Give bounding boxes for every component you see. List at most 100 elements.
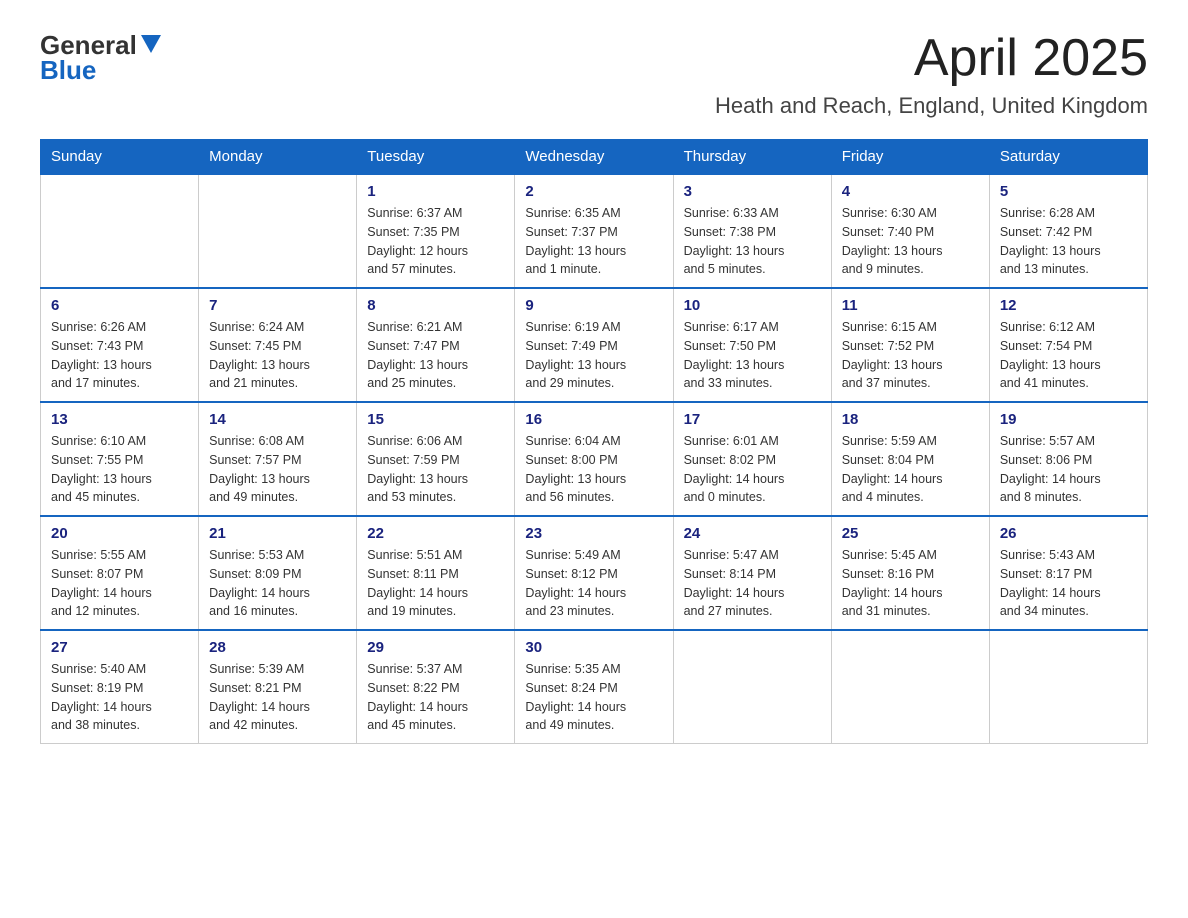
- day-number: 7: [209, 297, 346, 314]
- title-section: April 2025 Heath and Reach, England, Uni…: [715, 30, 1148, 119]
- day-info: Sunrise: 6:24 AMSunset: 7:45 PMDaylight:…: [209, 318, 346, 393]
- weekday-header-friday: Friday: [831, 140, 989, 175]
- calendar-cell: [831, 630, 989, 744]
- calendar-cell: 30 Sunrise: 5:35 AMSunset: 8:24 PMDayligh…: [515, 630, 673, 744]
- day-info: Sunrise: 6:08 AMSunset: 7:57 PMDaylight:…: [209, 432, 346, 507]
- day-number: 23: [525, 525, 662, 542]
- day-number: 15: [367, 411, 504, 428]
- calendar-cell: 4 Sunrise: 6:30 AMSunset: 7:40 PMDaylight…: [831, 174, 989, 288]
- calendar-cell: 26 Sunrise: 5:43 AMSunset: 8:17 PMDayligh…: [989, 516, 1147, 630]
- day-info: Sunrise: 6:28 AMSunset: 7:42 PMDaylight:…: [1000, 204, 1137, 279]
- calendar-cell: 1Sunrise: 6:37 AMSunset: 7:35 PMDaylight…: [357, 174, 515, 288]
- day-info: Sunrise: 5:59 AMSunset: 8:04 PMDaylight:…: [842, 432, 979, 507]
- calendar-cell: 9 Sunrise: 6:19 AMSunset: 7:49 PMDaylight…: [515, 288, 673, 402]
- day-number: 24: [684, 525, 821, 542]
- logo: General Blue: [40, 30, 161, 86]
- calendar-week-row-1: 1Sunrise: 6:37 AMSunset: 7:35 PMDaylight…: [41, 174, 1148, 288]
- day-info: Sunrise: 6:06 AMSunset: 7:59 PMDaylight:…: [367, 432, 504, 507]
- weekday-header-thursday: Thursday: [673, 140, 831, 175]
- day-info: Sunrise: 6:17 AMSunset: 7:50 PMDaylight:…: [684, 318, 821, 393]
- day-number: 21: [209, 525, 346, 542]
- day-number: 16: [525, 411, 662, 428]
- day-info: Sunrise: 5:43 AMSunset: 8:17 PMDaylight:…: [1000, 546, 1137, 621]
- day-number: 1: [367, 183, 504, 200]
- day-number: 30: [525, 639, 662, 656]
- day-number: 10: [684, 297, 821, 314]
- calendar-cell: 19 Sunrise: 5:57 AMSunset: 8:06 PMDayligh…: [989, 402, 1147, 516]
- day-number: 3: [684, 183, 821, 200]
- day-number: 29: [367, 639, 504, 656]
- calendar-cell: 2Sunrise: 6:35 AMSunset: 7:37 PMDaylight…: [515, 174, 673, 288]
- day-number: 22: [367, 525, 504, 542]
- calendar-cell: 12 Sunrise: 6:12 AMSunset: 7:54 PMDayligh…: [989, 288, 1147, 402]
- calendar-cell: 10 Sunrise: 6:17 AMSunset: 7:50 PMDayligh…: [673, 288, 831, 402]
- calendar-cell: [199, 174, 357, 288]
- page-title: April 2025: [715, 30, 1148, 87]
- day-info: Sunrise: 5:57 AMSunset: 8:06 PMDaylight:…: [1000, 432, 1137, 507]
- day-number: 13: [51, 411, 188, 428]
- calendar-cell: [41, 174, 199, 288]
- page-header: General Blue April 2025 Heath and Reach,…: [40, 30, 1148, 119]
- day-info: Sunrise: 6:01 AMSunset: 8:02 PMDaylight:…: [684, 432, 821, 507]
- day-info: Sunrise: 5:39 AMSunset: 8:21 PMDaylight:…: [209, 660, 346, 735]
- day-number: 9: [525, 297, 662, 314]
- weekday-header-tuesday: Tuesday: [357, 140, 515, 175]
- calendar-cell: 14 Sunrise: 6:08 AMSunset: 7:57 PMDayligh…: [199, 402, 357, 516]
- day-number: 4: [842, 183, 979, 200]
- logo-blue: Blue: [40, 55, 96, 86]
- day-info: Sunrise: 5:40 AMSunset: 8:19 PMDaylight:…: [51, 660, 188, 735]
- day-number: 17: [684, 411, 821, 428]
- calendar-cell: 24Sunrise: 5:47 AMSunset: 8:14 PMDayligh…: [673, 516, 831, 630]
- calendar-week-row-3: 13 Sunrise: 6:10 AMSunset: 7:55 PMDayligh…: [41, 402, 1148, 516]
- day-info: Sunrise: 6:10 AMSunset: 7:55 PMDaylight:…: [51, 432, 188, 507]
- calendar-cell: 8 Sunrise: 6:21 AMSunset: 7:47 PMDaylight…: [357, 288, 515, 402]
- day-info: Sunrise: 6:21 AMSunset: 7:47 PMDaylight:…: [367, 318, 504, 393]
- day-number: 11: [842, 297, 979, 314]
- day-info: Sunrise: 5:51 AMSunset: 8:11 PMDaylight:…: [367, 546, 504, 621]
- calendar-cell: 13 Sunrise: 6:10 AMSunset: 7:55 PMDayligh…: [41, 402, 199, 516]
- day-info: Sunrise: 5:37 AMSunset: 8:22 PMDaylight:…: [367, 660, 504, 735]
- day-info: Sunrise: 5:45 AMSunset: 8:16 PMDaylight:…: [842, 546, 979, 621]
- day-info: Sunrise: 6:33 AMSunset: 7:38 PMDaylight:…: [684, 204, 821, 279]
- day-info: Sunrise: 5:53 AMSunset: 8:09 PMDaylight:…: [209, 546, 346, 621]
- day-info: Sunrise: 6:19 AMSunset: 7:49 PMDaylight:…: [525, 318, 662, 393]
- day-number: 27: [51, 639, 188, 656]
- day-info: Sunrise: 6:12 AMSunset: 7:54 PMDaylight:…: [1000, 318, 1137, 393]
- weekday-header-wednesday: Wednesday: [515, 140, 673, 175]
- calendar-week-row-5: 27 Sunrise: 5:40 AMSunset: 8:19 PMDayligh…: [41, 630, 1148, 744]
- calendar-cell: 29 Sunrise: 5:37 AMSunset: 8:22 PMDayligh…: [357, 630, 515, 744]
- weekday-header-saturday: Saturday: [989, 140, 1147, 175]
- calendar-cell: 27 Sunrise: 5:40 AMSunset: 8:19 PMDayligh…: [41, 630, 199, 744]
- calendar-week-row-2: 6Sunrise: 6:26 AMSunset: 7:43 PMDaylight…: [41, 288, 1148, 402]
- calendar-cell: 3 Sunrise: 6:33 AMSunset: 7:38 PMDaylight…: [673, 174, 831, 288]
- day-info: Sunrise: 6:04 AMSunset: 8:00 PMDaylight:…: [525, 432, 662, 507]
- calendar-cell: [989, 630, 1147, 744]
- calendar-cell: [673, 630, 831, 744]
- day-info: Sunrise: 6:26 AMSunset: 7:43 PMDaylight:…: [51, 318, 188, 393]
- day-info: Sunrise: 6:15 AMSunset: 7:52 PMDaylight:…: [842, 318, 979, 393]
- calendar-cell: 28Sunrise: 5:39 AMSunset: 8:21 PMDayligh…: [199, 630, 357, 744]
- calendar-cell: 5 Sunrise: 6:28 AMSunset: 7:42 PMDaylight…: [989, 174, 1147, 288]
- calendar-cell: 11 Sunrise: 6:15 AMSunset: 7:52 PMDayligh…: [831, 288, 989, 402]
- day-number: 20: [51, 525, 188, 542]
- day-number: 12: [1000, 297, 1137, 314]
- day-number: 5: [1000, 183, 1137, 200]
- logo-arrow-icon: [141, 35, 161, 53]
- day-number: 18: [842, 411, 979, 428]
- day-number: 19: [1000, 411, 1137, 428]
- subtitle: Heath and Reach, England, United Kingdom: [715, 93, 1148, 119]
- weekday-header-monday: Monday: [199, 140, 357, 175]
- calendar-cell: 15 Sunrise: 6:06 AMSunset: 7:59 PMDayligh…: [357, 402, 515, 516]
- calendar-cell: 17 Sunrise: 6:01 AMSunset: 8:02 PMDayligh…: [673, 402, 831, 516]
- calendar-cell: 23 Sunrise: 5:49 AMSunset: 8:12 PMDayligh…: [515, 516, 673, 630]
- calendar-cell: 18 Sunrise: 5:59 AMSunset: 8:04 PMDayligh…: [831, 402, 989, 516]
- day-info: Sunrise: 5:35 AMSunset: 8:24 PMDaylight:…: [525, 660, 662, 735]
- day-number: 14: [209, 411, 346, 428]
- day-number: 26: [1000, 525, 1137, 542]
- day-number: 2: [525, 183, 662, 200]
- day-number: 8: [367, 297, 504, 314]
- calendar-cell: 21 Sunrise: 5:53 AMSunset: 8:09 PMDayligh…: [199, 516, 357, 630]
- calendar-cell: 22 Sunrise: 5:51 AMSunset: 8:11 PMDayligh…: [357, 516, 515, 630]
- day-info: Sunrise: 6:30 AMSunset: 7:40 PMDaylight:…: [842, 204, 979, 279]
- day-info: Sunrise: 5:49 AMSunset: 8:12 PMDaylight:…: [525, 546, 662, 621]
